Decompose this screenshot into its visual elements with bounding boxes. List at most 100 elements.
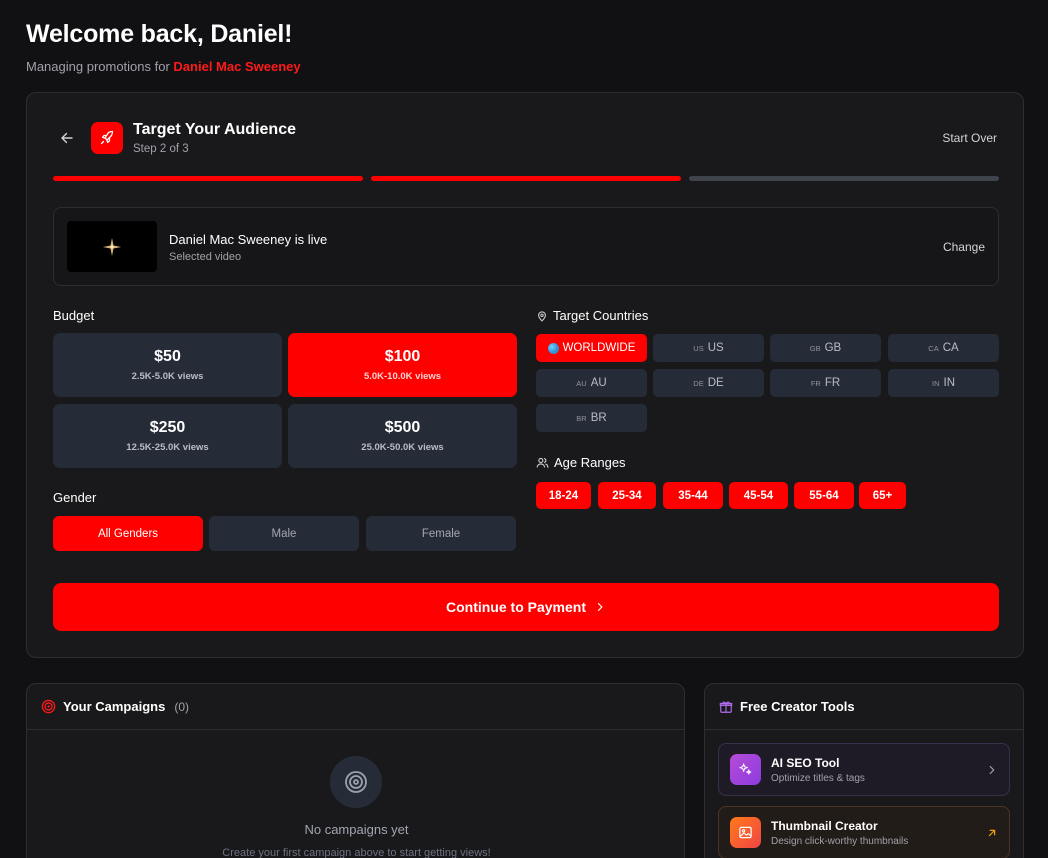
country-code: CA: [928, 343, 939, 353]
video-title: Daniel Mac Sweeney is live: [169, 232, 328, 247]
country-gb[interactable]: GB GB: [770, 334, 881, 362]
country-code: FR: [810, 378, 821, 388]
empty-state-icon: [330, 756, 382, 808]
age-35-44[interactable]: 35-44: [663, 482, 723, 509]
globe-icon: [547, 342, 559, 354]
country-name: CA: [942, 342, 959, 354]
progress-step-2: [371, 176, 681, 181]
target-icon: [345, 771, 367, 793]
budget-amount: $500: [384, 419, 421, 436]
budget-option-100[interactable]: $100 5.0K-10.0K views: [288, 333, 517, 397]
rocket-icon: [100, 130, 114, 145]
tool-description: Design click-worthy thumbnails: [771, 835, 909, 847]
empty-state-title: No campaigns yet: [304, 822, 409, 837]
age-25-34[interactable]: 25-34: [598, 482, 656, 509]
country-name: US: [707, 342, 724, 354]
sparkles-icon: [730, 754, 761, 785]
step-title: Target Your Audience: [133, 121, 296, 138]
country-code: DE: [693, 378, 704, 388]
country-code: IN: [932, 378, 940, 388]
target-countries-heading: Target Countries: [536, 308, 648, 323]
progress-step-1: [53, 176, 363, 181]
step-progress-bar: [53, 176, 999, 181]
map-pin-icon: [538, 310, 546, 322]
chevron-right-icon: [989, 765, 995, 774]
thumbnail-creator-tool[interactable]: Thumbnail Creator Design click-worthy th…: [718, 806, 1010, 858]
empty-state-subtitle: Create your first campaign above to star…: [222, 847, 491, 858]
tool-text: Thumbnail Creator Design click-worthy th…: [771, 819, 985, 847]
age-65-plus[interactable]: 65+: [859, 482, 906, 509]
welcome-heading: Welcome back, Daniel!: [26, 20, 293, 48]
budget-option-250[interactable]: $250 12.5K-25.0K views: [53, 404, 282, 468]
country-au[interactable]: AU AU: [536, 369, 647, 397]
ai-seo-tool[interactable]: AI SEO Tool Optimize titles & tags: [718, 743, 1010, 796]
tools-header: Free Creator Tools: [705, 684, 1023, 730]
country-name: AU: [590, 377, 607, 389]
country-ca[interactable]: CA CA: [888, 334, 999, 362]
budget-views: 5.0K-10.0K views: [363, 371, 442, 382]
rocket-badge: [91, 122, 123, 154]
country-code: BR: [576, 413, 587, 423]
country-in[interactable]: IN IN: [888, 369, 999, 397]
budget-views: 25.0K-50.0K views: [361, 442, 444, 453]
gift-icon: [719, 700, 733, 713]
country-name: BR: [590, 412, 607, 424]
arrow-up-right-icon: [988, 829, 996, 836]
back-button[interactable]: [59, 130, 75, 146]
campaigns-title: Your Campaigns: [63, 699, 166, 714]
campaigns-card: Your Campaigns (0) No campaigns yet Crea…: [26, 683, 685, 858]
budget-amount: $100: [384, 348, 421, 365]
continue-label: Continue to Payment: [445, 599, 586, 615]
country-us[interactable]: US US: [653, 334, 764, 362]
target-countries-label: Target Countries: [553, 308, 649, 323]
country-code: US: [693, 343, 704, 353]
tool-name: Thumbnail Creator: [771, 818, 878, 833]
managing-prefix: Managing promotions for: [26, 59, 174, 74]
start-over-link[interactable]: Start Over: [942, 131, 997, 145]
tool-text: AI SEO Tool Optimize titles & tags: [771, 756, 985, 784]
gender-all[interactable]: All Genders: [53, 516, 203, 551]
country-name: WORLDWIDE: [562, 342, 636, 354]
selected-video: Daniel Mac Sweeney is live Selected vide…: [53, 207, 999, 286]
page-header: Welcome back, Daniel! Managing promotion…: [26, 20, 301, 74]
budget-views: 12.5K-25.0K views: [126, 442, 209, 453]
campaign-wizard-card: Target Your Audience Step 2 of 3 Start O…: [26, 92, 1024, 658]
country-br[interactable]: BR BR: [536, 404, 647, 432]
step-indicator: Step 2 of 3: [133, 143, 189, 155]
budget-views: 2.5K-5.0K views: [131, 371, 204, 382]
budget-option-500[interactable]: $500 25.0K-50.0K views: [288, 404, 517, 468]
video-subtitle: Selected video: [169, 251, 242, 263]
managing-subtitle: Managing promotions for Daniel Mac Sween…: [26, 59, 301, 74]
video-thumbnail: [67, 221, 157, 272]
country-name: GB: [824, 342, 842, 354]
tool-description: Optimize titles & tags: [771, 772, 865, 784]
target-icon: [41, 699, 56, 714]
gender-label: Gender: [53, 490, 97, 505]
age-45-54[interactable]: 45-54: [729, 482, 788, 509]
chevron-right-icon: [597, 603, 603, 611]
gender-female[interactable]: Female: [366, 516, 516, 551]
arrow-left-icon: [61, 132, 73, 144]
budget-option-50[interactable]: $50 2.5K-5.0K views: [53, 333, 282, 397]
progress-step-3: [689, 176, 999, 181]
creator-tools-card: Free Creator Tools AI SEO Tool Optimize …: [704, 683, 1024, 858]
gender-male[interactable]: Male: [209, 516, 359, 551]
country-name: IN: [943, 377, 956, 389]
budget-amount: $250: [149, 419, 186, 436]
users-icon: [536, 457, 549, 468]
country-worldwide[interactable]: WORLDWIDE: [536, 334, 647, 362]
creator-name: Daniel Mac Sweeney: [173, 59, 301, 74]
age-18-24[interactable]: 18-24: [536, 482, 591, 509]
continue-to-payment-button[interactable]: Continue to Payment: [53, 583, 999, 631]
campaigns-count: (0): [174, 699, 190, 714]
tool-name: AI SEO Tool: [771, 755, 840, 770]
budget-label: Budget: [53, 308, 95, 323]
country-de[interactable]: DE DE: [653, 369, 764, 397]
change-video-button[interactable]: Change: [943, 240, 985, 254]
campaigns-header: Your Campaigns (0): [27, 684, 684, 730]
age-55-64[interactable]: 55-64: [794, 482, 854, 509]
country-fr[interactable]: FR FR: [770, 369, 881, 397]
country-name: FR: [824, 377, 841, 389]
tools-title: Free Creator Tools: [740, 699, 855, 714]
country-code: AU: [576, 378, 587, 388]
